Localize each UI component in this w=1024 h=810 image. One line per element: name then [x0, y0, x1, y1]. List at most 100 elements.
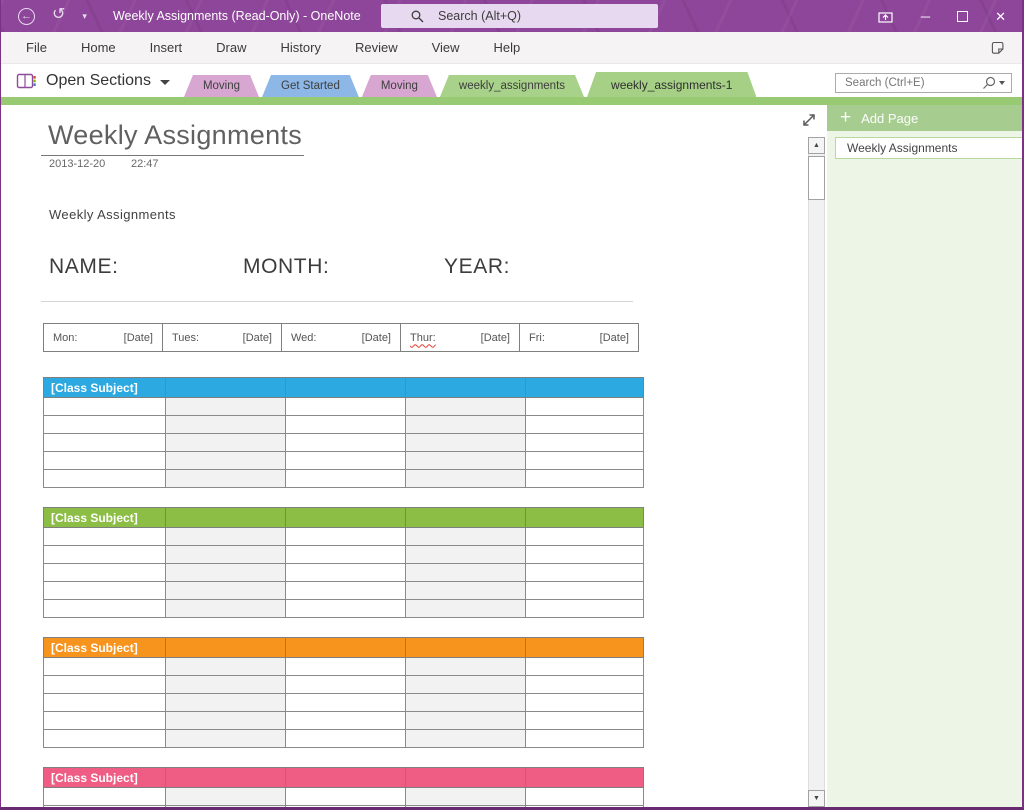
table-cell[interactable]	[526, 546, 644, 564]
menu-home[interactable]: Home	[64, 32, 133, 63]
table-cell[interactable]	[526, 398, 644, 416]
class-subject-header-cell[interactable]: [Class Subject]	[44, 638, 166, 658]
full-page-view-icon[interactable]	[990, 40, 1006, 56]
table-cell[interactable]	[526, 712, 644, 730]
table-cell[interactable]	[44, 546, 166, 564]
table-cell[interactable]	[166, 730, 286, 748]
table-cell[interactable]	[286, 712, 406, 730]
table-cell[interactable]	[526, 730, 644, 748]
table-cell[interactable]	[526, 676, 644, 694]
table-cell[interactable]	[286, 528, 406, 546]
table-cell[interactable]	[286, 398, 406, 416]
table-cell[interactable]	[44, 806, 166, 808]
menu-view[interactable]: View	[415, 32, 477, 63]
header-cell[interactable]	[526, 638, 644, 658]
table-cell[interactable]	[526, 806, 644, 808]
table-cell[interactable]	[166, 564, 286, 582]
search-scope-caret-icon[interactable]	[999, 81, 1005, 85]
menu-draw[interactable]: Draw	[199, 32, 263, 63]
table-cell[interactable]	[44, 712, 166, 730]
table-cell[interactable]	[286, 600, 406, 618]
add-page-button[interactable]: + Add Page	[827, 105, 1022, 131]
day-cell-thur[interactable]: Thur:[Date]	[400, 324, 519, 351]
table-cell[interactable]	[406, 712, 526, 730]
scrollbar-track[interactable]: ▲ ▼	[808, 137, 825, 807]
maximize-icon[interactable]	[957, 11, 968, 22]
page-title[interactable]: Weekly Assignments	[48, 120, 302, 151]
table-cell[interactable]	[406, 658, 526, 676]
table-cell[interactable]	[526, 788, 644, 806]
header-cell[interactable]	[526, 508, 644, 528]
menu-file[interactable]: File	[9, 32, 64, 63]
header-cell[interactable]	[286, 378, 406, 398]
table-cell[interactable]	[286, 416, 406, 434]
header-cell[interactable]	[526, 378, 644, 398]
header-cell[interactable]	[286, 638, 406, 658]
table-cell[interactable]	[286, 470, 406, 488]
table-cell[interactable]	[406, 806, 526, 808]
table-cell[interactable]	[44, 676, 166, 694]
table-cell[interactable]	[44, 470, 166, 488]
customize-quick-access-toolbar-icon[interactable]: ▾	[82, 12, 87, 21]
table-cell[interactable]	[286, 452, 406, 470]
table-cell[interactable]	[406, 528, 526, 546]
table-cell[interactable]	[526, 528, 644, 546]
table-cell[interactable]	[166, 694, 286, 712]
table-cell[interactable]	[286, 658, 406, 676]
table-cell[interactable]	[286, 434, 406, 452]
table-cell[interactable]	[406, 582, 526, 600]
menu-insert[interactable]: Insert	[133, 32, 200, 63]
close-icon[interactable]: ✕	[995, 10, 1006, 23]
table-cell[interactable]	[406, 600, 526, 618]
table-cell[interactable]	[286, 546, 406, 564]
table-cell[interactable]	[166, 470, 286, 488]
day-cell-fri[interactable]: Fri:[Date]	[519, 324, 638, 351]
table-cell[interactable]	[166, 658, 286, 676]
table-cell[interactable]	[44, 416, 166, 434]
back-icon[interactable]: ←	[18, 8, 35, 25]
header-cell[interactable]	[406, 638, 526, 658]
table-cell[interactable]	[526, 434, 644, 452]
table-cell[interactable]	[44, 694, 166, 712]
scroll-up-button[interactable]: ▲	[808, 137, 825, 154]
table-cell[interactable]	[166, 528, 286, 546]
table-cell[interactable]	[406, 398, 526, 416]
class-subject-header-cell[interactable]: [Class Subject]	[44, 378, 166, 398]
header-cell[interactable]	[406, 378, 526, 398]
ribbon-display-options-icon[interactable]	[878, 9, 894, 23]
table-cell[interactable]	[44, 398, 166, 416]
table-cell[interactable]	[286, 676, 406, 694]
menu-review[interactable]: Review	[338, 32, 415, 63]
table-cell[interactable]	[526, 564, 644, 582]
table-cell[interactable]	[166, 806, 286, 808]
page-list-item-weekly-assignments[interactable]: Weekly Assignments	[835, 137, 1022, 159]
section-tab-moving[interactable]: Moving	[184, 75, 259, 97]
scrollbar-thumb[interactable]	[808, 156, 825, 200]
table-cell[interactable]	[166, 600, 286, 618]
month-field-label[interactable]: MONTH:	[243, 255, 329, 279]
table-cell[interactable]	[406, 694, 526, 712]
table-cell[interactable]	[166, 416, 286, 434]
class-subject-header-cell[interactable]: [Class Subject]	[44, 508, 166, 528]
table-cell[interactable]	[406, 676, 526, 694]
section-tab-weekly_assignments-1[interactable]: weekly_assignments-1	[587, 72, 756, 97]
table-cell[interactable]	[526, 694, 644, 712]
table-cell[interactable]	[406, 470, 526, 488]
header-cell[interactable]	[526, 768, 644, 788]
table-cell[interactable]	[166, 582, 286, 600]
table-cell[interactable]	[406, 546, 526, 564]
table-cell[interactable]	[44, 528, 166, 546]
table-cell[interactable]	[406, 434, 526, 452]
header-cell[interactable]	[406, 768, 526, 788]
table-cell[interactable]	[526, 600, 644, 618]
table-cell[interactable]	[406, 452, 526, 470]
undo-icon[interactable]: ↺	[52, 7, 65, 23]
table-cell[interactable]	[44, 582, 166, 600]
section-tab-weekly_assignments[interactable]: weekly_assignments	[440, 75, 584, 97]
table-cell[interactable]	[526, 452, 644, 470]
table-cell[interactable]	[44, 564, 166, 582]
open-sections-dropdown[interactable]: Open Sections	[1, 72, 184, 97]
menu-help[interactable]: Help	[477, 32, 538, 63]
day-cell-tues[interactable]: Tues:[Date]	[162, 324, 281, 351]
table-cell[interactable]	[166, 712, 286, 730]
